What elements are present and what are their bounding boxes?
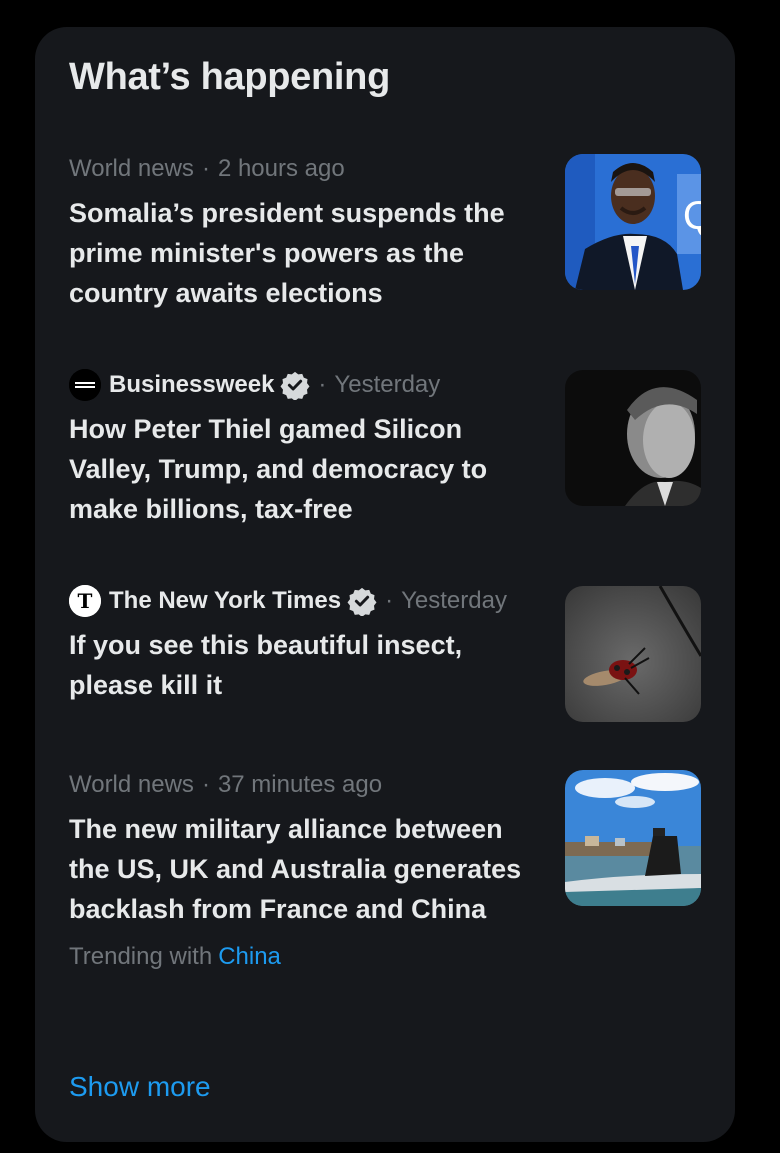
meta-separator: · (318, 371, 327, 398)
trend-time: Yesterday (334, 371, 441, 398)
verified-badge-icon (347, 587, 377, 616)
trending-label: Trending with (69, 943, 213, 970)
meta-separator: · (385, 587, 394, 614)
businessweek-logo-icon (69, 369, 101, 401)
trend-item[interactable]: World news · 2 hours ago Somalia’s presi… (69, 149, 701, 313)
source-name[interactable]: Businessweek (109, 371, 274, 399)
submarine-photo[interactable] (565, 770, 701, 906)
trend-headline[interactable]: If you see this beautiful insect, please… (69, 625, 539, 705)
portrait-photo[interactable] (565, 370, 701, 506)
source-name[interactable]: The New York Times (109, 587, 341, 615)
trend-category: World news (69, 771, 194, 798)
panel-title: What’s happening (69, 56, 391, 98)
verified-badge-icon (280, 371, 310, 400)
trend-item[interactable]: T The New York Times · Yesterday If you … (69, 581, 701, 722)
trend-category: World news (69, 155, 194, 182)
trend-time: 37 minutes ago (217, 771, 383, 798)
nyt-logo-icon: T (69, 585, 101, 617)
trend-item[interactable]: World news · 37 minutes ago The new mili… (69, 765, 701, 971)
show-more-link[interactable]: Show more (69, 1071, 211, 1103)
meta-separator: · (201, 771, 210, 798)
trend-headline[interactable]: Somalia’s president suspends the prime m… (69, 193, 539, 313)
svg-text:T: T (78, 589, 93, 613)
svg-text:Q: Q (683, 194, 701, 238)
trending-with: Trending with China (69, 943, 701, 971)
trend-time: 2 hours ago (217, 155, 345, 182)
trend-item[interactable]: Businessweek · Yesterday How Peter Thiel… (69, 365, 701, 529)
trending-topic-link[interactable]: China (218, 943, 281, 970)
insect-photo[interactable] (565, 586, 701, 722)
meta-separator: · (201, 155, 210, 182)
trend-headline[interactable]: The new military alliance between the US… (69, 809, 539, 929)
whats-happening-panel: What’s happening World news · 2 hours ag… (35, 27, 735, 1142)
trend-headline[interactable]: How Peter Thiel gamed Silicon Valley, Tr… (69, 409, 539, 529)
president-photo[interactable]: Q (565, 154, 701, 290)
trend-time: Yesterday (401, 587, 507, 614)
